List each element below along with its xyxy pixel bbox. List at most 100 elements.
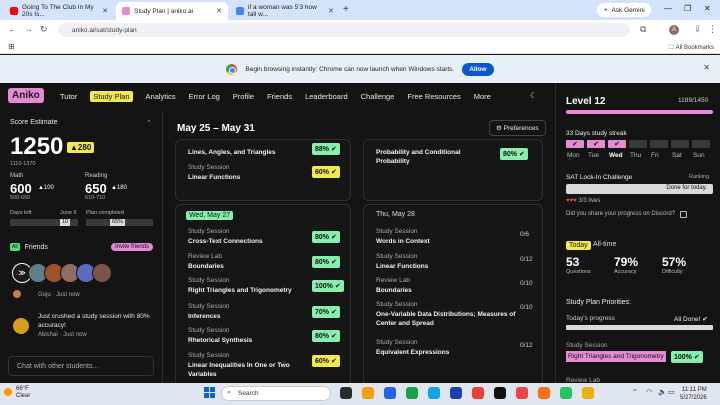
nav-more[interactable]: More bbox=[474, 92, 491, 102]
session-title[interactable]: Words in Context bbox=[376, 237, 516, 246]
profile-avatar[interactable]: A bbox=[669, 25, 679, 35]
nav-study-plan[interactable]: Study Plan bbox=[90, 91, 133, 102]
session-title[interactable]: Equivalent Expressions bbox=[376, 348, 516, 357]
ranking-link[interactable]: Ranking bbox=[689, 174, 709, 180]
chrome-icon[interactable] bbox=[472, 387, 484, 399]
streak-day-label: Fri bbox=[651, 152, 659, 159]
collapse-chevron-icon[interactable]: ⌃ bbox=[146, 119, 152, 127]
streak-day-label: Wed bbox=[609, 152, 623, 159]
browser-tab-2[interactable]: Study Plan | aniko.ai ✕ bbox=[116, 2, 228, 20]
today-progress-label: Today's progress bbox=[566, 315, 615, 322]
theme-toggle-icon[interactable]: ☾ bbox=[530, 91, 537, 100]
chevron-up-icon[interactable]: ⌃ bbox=[632, 388, 638, 396]
lockin-status: Done for today. bbox=[566, 184, 713, 194]
copilot-icon[interactable] bbox=[362, 387, 374, 399]
mail-icon[interactable] bbox=[428, 387, 440, 399]
session-title[interactable]: Rhetorical Synthesis bbox=[188, 336, 308, 345]
mcafee-icon[interactable] bbox=[516, 387, 528, 399]
wifi-icon[interactable]: ◠ bbox=[646, 388, 652, 396]
session-title[interactable]: Boundaries bbox=[376, 286, 516, 295]
discord-question: Did you share your progress on Discord? bbox=[566, 211, 676, 217]
store-icon[interactable] bbox=[406, 387, 418, 399]
session-title[interactable]: Inferences bbox=[188, 312, 308, 321]
gemini-icon: ✦ bbox=[603, 7, 609, 14]
windows-start-icon[interactable] bbox=[204, 387, 215, 398]
nav-tutor[interactable]: Tutor bbox=[60, 92, 77, 102]
task-view-icon[interactable] bbox=[340, 387, 352, 399]
maximize-icon[interactable]: ❐ bbox=[684, 4, 691, 13]
menu-icon[interactable]: ⋮ bbox=[708, 24, 717, 35]
chat-input[interactable]: Chat with other students... bbox=[8, 356, 154, 376]
nav-profile[interactable]: Profile bbox=[233, 92, 254, 102]
minimize-icon[interactable]: — bbox=[664, 4, 672, 13]
session-title[interactable]: Linear Functions bbox=[188, 173, 240, 182]
streak-day-box: ✔ bbox=[566, 140, 584, 148]
tab-title: Going To The Club In My 20s Is... bbox=[22, 4, 94, 18]
preferences-button[interactable]: ⚙ Preferences bbox=[489, 120, 546, 136]
nav-leaderboard[interactable]: Leaderboard bbox=[305, 92, 348, 102]
session-title[interactable]: Probability and Conditional Probability bbox=[376, 148, 486, 166]
back-icon[interactable]: ← bbox=[8, 24, 17, 34]
friend-avatar[interactable] bbox=[92, 263, 112, 283]
session-title[interactable]: Linear Functions bbox=[376, 262, 516, 271]
session-type: Study Session bbox=[376, 339, 418, 346]
alltime-tab[interactable]: All-time bbox=[593, 241, 616, 248]
day-card-wed-prev: Probability and Conditional Probability … bbox=[363, 139, 543, 201]
battery-icon[interactable]: ▭ bbox=[668, 388, 675, 396]
ask-gemini-button[interactable]: ✦ Ask Gemini bbox=[597, 3, 651, 17]
weather-widget[interactable]: 66°F Clear bbox=[16, 386, 30, 400]
nav-friends[interactable]: Friends bbox=[267, 92, 292, 102]
window-close-icon[interactable]: ✕ bbox=[704, 4, 711, 13]
aniko-logo[interactable]: Aniko bbox=[8, 88, 44, 103]
clock[interactable]: 11:11 PM 5/27/2026 bbox=[680, 386, 707, 402]
app-icon[interactable] bbox=[560, 387, 572, 399]
download-icon[interactable]: ⇩ bbox=[694, 24, 702, 35]
session-title[interactable]: Right Triangles and Trigonometry bbox=[188, 286, 308, 295]
word-icon[interactable] bbox=[450, 387, 462, 399]
discord-checkbox[interactable] bbox=[680, 211, 687, 218]
allow-button[interactable]: Allow bbox=[462, 62, 494, 76]
forward-icon[interactable]: → bbox=[24, 24, 33, 34]
nav-free-resources[interactable]: Free Resources bbox=[407, 92, 460, 102]
session-title[interactable]: Linear Inequalities In One or Two Variab… bbox=[188, 361, 308, 379]
terminal-icon[interactable] bbox=[494, 387, 506, 399]
invite-friends-button[interactable]: Invite friends bbox=[111, 243, 154, 251]
session-score-badge: 80% ✔ bbox=[312, 330, 340, 342]
all-bookmarks-button[interactable]: 🗀 All Bookmarks bbox=[668, 43, 714, 53]
browser-tab-3[interactable]: if a woman was 5'3 how tall w... ✕ bbox=[230, 2, 340, 20]
aniko-favicon-icon bbox=[122, 7, 130, 15]
browser-tab-1[interactable]: Going To The Club In My 20s Is... ✕ bbox=[4, 2, 114, 20]
session-title[interactable]: One-Variable Data Distributions; Measure… bbox=[376, 310, 516, 328]
progress-sidebar: Level 12 1189/1450 33 Days study streak … bbox=[555, 83, 720, 384]
apps-grid-icon[interactable]: ⊞ bbox=[8, 42, 15, 51]
total-score: 1250 bbox=[10, 133, 64, 160]
app-icon[interactable] bbox=[582, 387, 594, 399]
session-title[interactable]: Boundaries bbox=[188, 262, 308, 271]
aniko-app: Aniko Tutor Study Plan Analytics Error Log P… bbox=[0, 83, 720, 386]
stat-difficulty: 57% bbox=[662, 255, 687, 269]
session-title[interactable]: Cross-Text Connections bbox=[188, 237, 308, 246]
close-icon[interactable]: ✕ bbox=[216, 7, 222, 15]
nav-error-log[interactable]: Error Log bbox=[189, 92, 220, 102]
reload-icon[interactable]: ↻ bbox=[40, 24, 48, 35]
nav-challenge[interactable]: Challenge bbox=[361, 92, 395, 102]
extensions-icon[interactable]: ⧉ bbox=[640, 24, 646, 35]
session-score-badge: 100% ✔ bbox=[312, 280, 344, 292]
avatar[interactable] bbox=[12, 317, 30, 335]
session-type: Study Session bbox=[188, 164, 230, 171]
new-tab-icon[interactable]: + bbox=[343, 4, 349, 15]
session-type: Study Session bbox=[188, 277, 230, 284]
today-tab[interactable]: Today bbox=[566, 241, 591, 250]
nav-analytics[interactable]: Analytics bbox=[146, 92, 176, 102]
taskbar-search[interactable]: ⌕ Search bbox=[221, 386, 331, 401]
address-bar[interactable]: aniko.ai/sat/study-plan bbox=[58, 23, 630, 37]
edge-icon[interactable] bbox=[384, 387, 396, 399]
priority-session-title[interactable]: Right Triangles and Trigonometry bbox=[566, 351, 666, 362]
avatar[interactable] bbox=[12, 289, 22, 299]
check-icon: ✔ bbox=[330, 259, 337, 266]
volume-icon[interactable]: 🔈 bbox=[658, 388, 667, 396]
close-icon[interactable]: ✕ bbox=[328, 7, 334, 15]
close-icon[interactable]: ✕ bbox=[102, 7, 108, 15]
app-icon[interactable] bbox=[538, 387, 550, 399]
infobar-close-icon[interactable]: ✕ bbox=[703, 63, 710, 72]
